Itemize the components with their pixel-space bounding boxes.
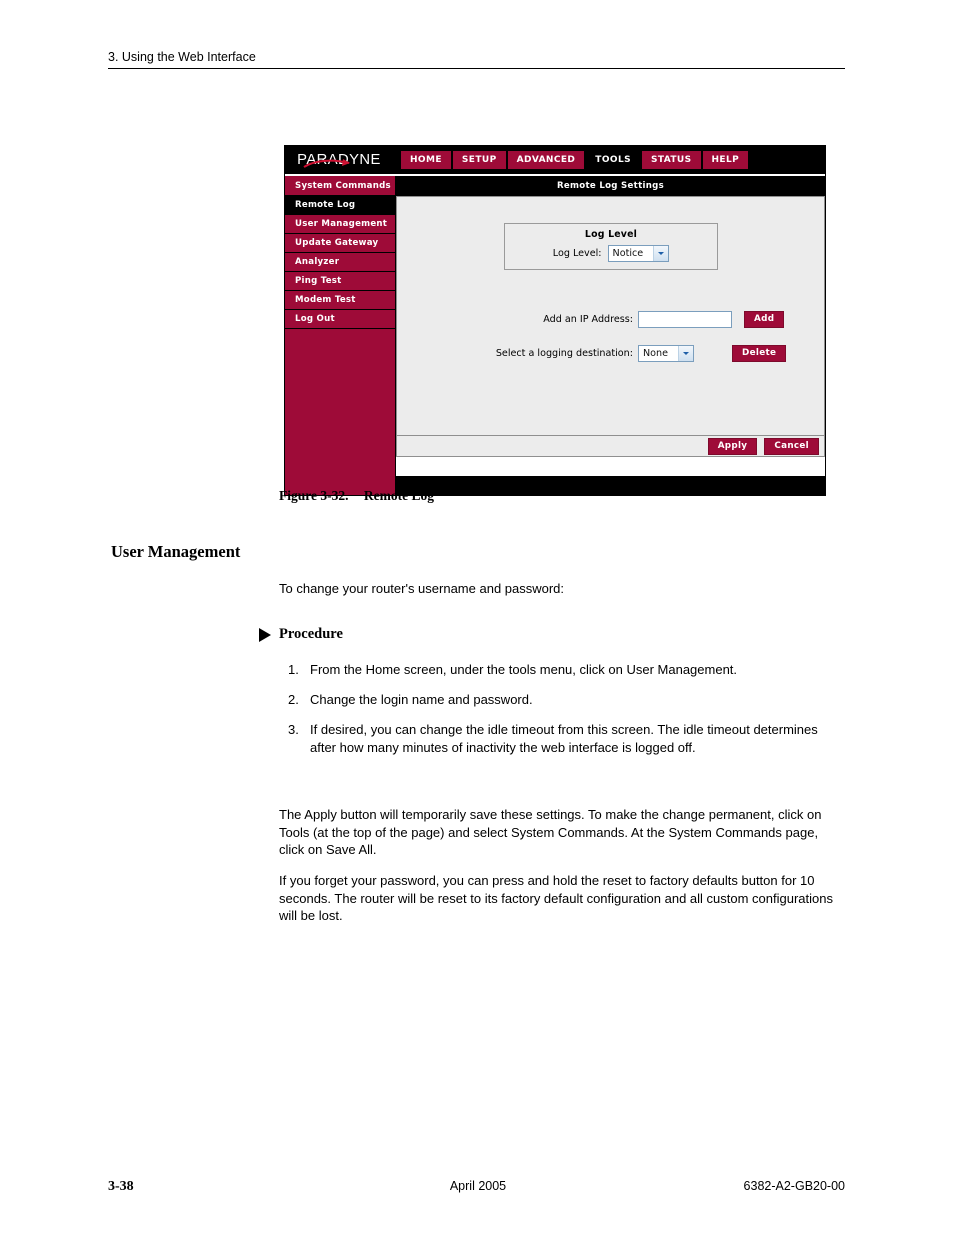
logging-destination-row: Select a logging destination: None Delet… bbox=[397, 345, 824, 362]
log-level-row: Log Level: Notice bbox=[505, 245, 717, 262]
router-content-column: Remote Log Settings Log Level Log Level:… bbox=[395, 176, 825, 495]
page-running-header: 3. Using the Web Interface bbox=[108, 50, 845, 69]
tab-help[interactable]: HELP bbox=[702, 151, 749, 169]
list-item: 2. Change the login name and password. bbox=[288, 691, 846, 709]
figure-caption-label: Figure 3-32. bbox=[279, 488, 349, 503]
tab-advanced[interactable]: ADVANCED bbox=[507, 151, 585, 169]
remote-log-form: Log Level Log Level: Notice Add an IP Ad… bbox=[396, 196, 825, 435]
sidebar-item-user-management[interactable]: User Management bbox=[285, 215, 395, 234]
apply-button[interactable]: Apply bbox=[707, 437, 758, 455]
sidebar-filler bbox=[285, 329, 395, 495]
section-heading: User Management bbox=[111, 542, 241, 561]
router-sidebar: System Commands Remote Log User Manageme… bbox=[285, 176, 395, 495]
sidebar-item-analyzer[interactable]: Analyzer bbox=[285, 253, 395, 272]
paragraph-apply-note: The Apply button will temporarily save t… bbox=[279, 807, 822, 857]
paragraph-password-reset: If you forget your password, you can pre… bbox=[279, 873, 833, 923]
add-ip-label: Add an IP Address: bbox=[543, 314, 633, 325]
triangle-marker-icon bbox=[259, 627, 271, 642]
paradyne-logo-text: PARADYNE bbox=[297, 152, 381, 168]
form-action-bar: Apply Cancel bbox=[396, 435, 825, 457]
footer-date: April 2005 bbox=[449, 1179, 507, 1193]
procedure-label: Procedure bbox=[279, 626, 343, 642]
list-item: 3. If desired, you can change the idle t… bbox=[288, 721, 846, 757]
tab-status[interactable]: STATUS bbox=[641, 151, 701, 169]
router-body: System Commands Remote Log User Manageme… bbox=[285, 176, 825, 495]
router-top-bar: PARADYNE HOME SETUP ADVANCED TOOLS STATU… bbox=[285, 146, 825, 174]
add-button[interactable]: Add bbox=[744, 311, 785, 328]
sidebar-item-modem-test[interactable]: Modem Test bbox=[285, 291, 395, 310]
logging-destination-select-value: None bbox=[643, 348, 669, 359]
running-header-text: 3. Using the Web Interface bbox=[108, 50, 256, 64]
step-number: 3. bbox=[288, 722, 299, 737]
cancel-button[interactable]: Cancel bbox=[764, 437, 819, 455]
list-item: 1. From the Home screen, under the tools… bbox=[288, 661, 846, 679]
chevron-down-icon[interactable] bbox=[678, 346, 694, 361]
figure-caption-title: Remote Log bbox=[363, 488, 434, 503]
logging-destination-select[interactable]: None bbox=[638, 345, 695, 362]
footer-page-number: 3-38 bbox=[108, 1179, 134, 1194]
procedure-steps: 1. From the Home screen, under the tools… bbox=[288, 661, 846, 769]
page-footer: 3-38 April 2005 6382-A2-GB20-00 bbox=[108, 1179, 845, 1195]
sidebar-item-remote-log[interactable]: Remote Log bbox=[285, 196, 395, 215]
log-level-label: Log Level: bbox=[552, 248, 602, 259]
header-rule bbox=[108, 68, 845, 69]
figure-caption: Figure 3-32. Remote Log bbox=[279, 488, 434, 504]
router-web-interface: PARADYNE HOME SETUP ADVANCED TOOLS STATU… bbox=[284, 145, 826, 496]
add-ip-row: Add an IP Address: Add bbox=[397, 311, 824, 328]
sidebar-item-log-out[interactable]: Log Out bbox=[285, 310, 395, 329]
step-text: Change the login name and password. bbox=[310, 692, 533, 707]
sidebar-item-system-commands[interactable]: System Commands bbox=[285, 177, 395, 196]
intro-paragraph: To change your router's username and pas… bbox=[279, 581, 565, 596]
log-level-group-title: Log Level bbox=[584, 229, 638, 240]
procedure-heading: Procedure bbox=[259, 626, 343, 643]
step-text: If desired, you can change the idle time… bbox=[310, 722, 818, 755]
paradyne-logo: PARADYNE bbox=[285, 146, 393, 174]
tab-tools[interactable]: TOOLS bbox=[586, 151, 640, 169]
sidebar-item-ping-test[interactable]: Ping Test bbox=[285, 272, 395, 291]
log-level-select-value: Notice bbox=[612, 248, 644, 259]
router-nav-tabs[interactable]: HOME SETUP ADVANCED TOOLS STATUS HELP bbox=[401, 151, 749, 169]
step-text: From the Home screen, under the tools me… bbox=[310, 662, 738, 677]
log-level-select[interactable]: Notice bbox=[607, 245, 670, 262]
step-number: 2. bbox=[288, 692, 299, 707]
add-ip-input[interactable] bbox=[638, 311, 732, 328]
log-level-group: Log Level Log Level: Notice bbox=[504, 223, 718, 270]
sidebar-item-update-gateway[interactable]: Update Gateway bbox=[285, 234, 395, 253]
step-number: 1. bbox=[288, 662, 299, 677]
tab-home[interactable]: HOME bbox=[401, 151, 451, 169]
footer-document-number: 6382-A2-GB20-00 bbox=[743, 1179, 845, 1193]
content-title: Remote Log Settings bbox=[396, 176, 825, 196]
content-bottom-spacer bbox=[396, 457, 825, 476]
chevron-down-icon[interactable] bbox=[653, 246, 669, 261]
figure-remote-log: PARADYNE HOME SETUP ADVANCED TOOLS STATU… bbox=[284, 145, 826, 496]
tab-setup[interactable]: SETUP bbox=[452, 151, 506, 169]
logging-destination-label: Select a logging destination: bbox=[495, 348, 633, 359]
delete-button[interactable]: Delete bbox=[732, 345, 787, 362]
